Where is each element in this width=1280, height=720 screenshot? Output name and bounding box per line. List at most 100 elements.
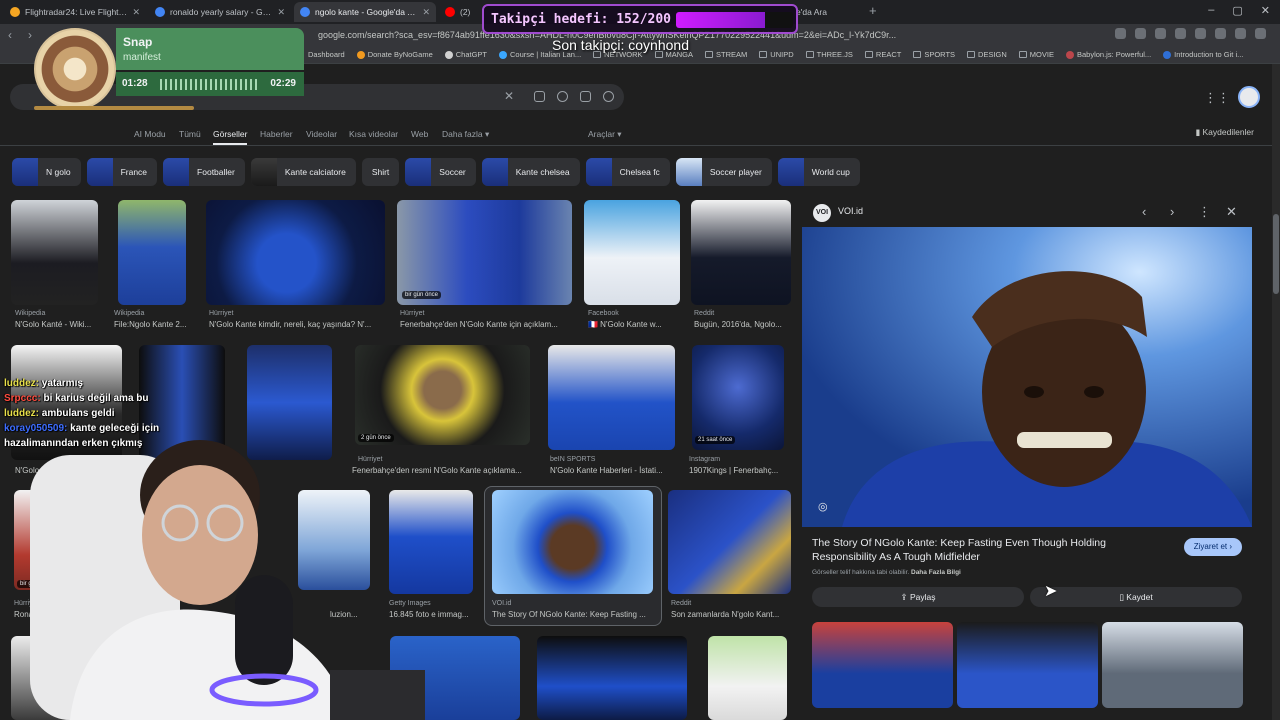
chip[interactable]: France xyxy=(86,158,158,186)
next-icon[interactable]: › xyxy=(1170,204,1174,219)
browser-tab[interactable]: e'da Ara xyxy=(790,2,866,22)
back-icon[interactable]: ‹ xyxy=(0,28,20,42)
bookmark[interactable]: Babylon.js: Powerful... xyxy=(1065,50,1151,59)
bookmark-folder[interactable]: REACT xyxy=(864,50,901,59)
extension-icon[interactable] xyxy=(1175,28,1186,39)
chip[interactable]: Kante calciatore xyxy=(250,158,356,186)
bookmark-folder[interactable]: SPORTS xyxy=(913,50,955,59)
image-result[interactable] xyxy=(708,636,787,720)
lens-icon[interactable] xyxy=(580,91,591,102)
image-result[interactable] xyxy=(584,200,680,305)
chip[interactable]: Shirt xyxy=(361,158,400,186)
save-button[interactable]: ▯ Kaydet xyxy=(1030,587,1242,607)
result-caption[interactable]: N'Golo Kante Haberleri - İstati... xyxy=(550,466,672,475)
result-caption[interactable]: 🇫🇷 N'Golo Kante w... xyxy=(588,320,680,329)
tab-news[interactable]: Haberler xyxy=(260,129,293,139)
chip[interactable]: Chelsea fc xyxy=(585,158,670,186)
tab-web[interactable]: Web xyxy=(411,129,428,139)
image-result[interactable] xyxy=(11,200,98,305)
scrollbar-thumb[interactable] xyxy=(1273,214,1279,294)
clear-search-icon[interactable]: ✕ xyxy=(504,89,514,103)
bookmark-folder[interactable]: UNIPD xyxy=(759,50,794,59)
site-name[interactable]: VOI.id xyxy=(838,206,863,216)
menu-icon[interactable] xyxy=(1255,28,1266,39)
image-result[interactable] xyxy=(397,200,572,305)
chip[interactable]: N golo xyxy=(12,158,81,186)
bookmark[interactable]: ChatGPT xyxy=(444,50,487,59)
bookmark[interactable]: Introduction to Git i... xyxy=(1163,50,1243,59)
browser-tab[interactable]: (2) xyxy=(439,2,479,22)
learn-more-link[interactable]: Daha Fazla Bilgi xyxy=(911,569,961,576)
tab-videos[interactable]: Videolar xyxy=(306,129,337,139)
close-panel-icon[interactable]: ✕ xyxy=(1226,204,1237,220)
tab-more[interactable]: Daha fazla ▾ xyxy=(442,129,489,140)
bookmark-folder[interactable]: MOVIE xyxy=(1018,50,1054,59)
chip[interactable]: Kante chelsea xyxy=(481,158,580,186)
tab-ai-mode[interactable]: AI Modu xyxy=(134,129,166,139)
result-caption[interactable]: Bugün, 2016'da, Ngolo... xyxy=(694,320,790,329)
result-source: Hürriyet xyxy=(400,310,425,317)
result-caption[interactable]: N'Golo Kanté - Wiki... xyxy=(15,320,100,329)
bookmark-folder[interactable]: STREAM xyxy=(705,50,747,59)
result-caption[interactable]: N'Golo Kante kimdir, nereli, kaç yaşında… xyxy=(209,320,387,329)
image-result[interactable] xyxy=(668,490,791,594)
close-tab-icon[interactable]: ✕ xyxy=(422,7,430,18)
result-caption[interactable]: Son zamanlarda N'golo Kant... xyxy=(671,610,791,619)
close-tab-icon[interactable]: ✕ xyxy=(132,7,140,18)
apps-grid-icon[interactable]: ⋮⋮ xyxy=(1204,90,1230,106)
tab-images[interactable]: Görseller xyxy=(213,129,248,145)
share-button[interactable]: ⇪ Paylaş xyxy=(812,587,1024,607)
visit-button[interactable]: Ziyaret et › xyxy=(1183,538,1242,556)
result-caption[interactable]: The Story Of NGolo Kante: Keep Fasting .… xyxy=(492,610,654,619)
maximize-icon[interactable]: ▢ xyxy=(1232,4,1242,17)
extension-icon[interactable] xyxy=(1155,28,1166,39)
microphone-icon[interactable] xyxy=(557,91,568,102)
extension-icon[interactable] xyxy=(1115,28,1126,39)
bookmark-folder[interactable]: DESIGN xyxy=(967,50,1007,59)
tab-tools[interactable]: Araçlar ▾ xyxy=(588,129,622,140)
bookmark[interactable]: Donate ByNoGame xyxy=(356,50,433,59)
chip[interactable]: Footballer xyxy=(163,158,245,186)
related-image[interactable] xyxy=(1102,622,1243,708)
image-result[interactable] xyxy=(492,490,653,594)
result-caption[interactable]: File:Ngolo Kante 2... xyxy=(114,320,192,329)
search-icon[interactable] xyxy=(603,91,614,102)
extension-icon[interactable] xyxy=(1195,28,1206,39)
chip[interactable]: Soccer player xyxy=(675,158,772,186)
extension-icon[interactable] xyxy=(1235,28,1246,39)
image-result[interactable] xyxy=(537,636,687,720)
keyboard-icon[interactable] xyxy=(534,91,545,102)
related-image[interactable] xyxy=(957,622,1098,708)
browser-tab[interactable]: ronaldo yearly salary - Google'da Ara ✕ xyxy=(149,2,291,22)
result-title[interactable]: The Story Of NGolo Kante: Keep Fasting E… xyxy=(812,536,1172,564)
extension-icon[interactable] xyxy=(1215,28,1226,39)
result-caption[interactable]: Fenerbahçe'den N'Golo Kante için açıklam… xyxy=(400,320,576,329)
saved-link[interactable]: ▮ Kaydedilenler xyxy=(1195,127,1254,138)
minimize-icon[interactable]: – xyxy=(1208,4,1214,17)
image-result[interactable] xyxy=(206,200,385,305)
image-result[interactable] xyxy=(691,200,791,305)
bookmark-folder[interactable]: THREE.JS xyxy=(805,50,853,59)
chip[interactable]: Soccer xyxy=(405,158,476,186)
previous-icon[interactable]: ‹ xyxy=(1142,204,1146,219)
more-options-icon[interactable]: ⋮ xyxy=(1198,204,1211,220)
close-tab-icon[interactable]: ✕ xyxy=(277,7,285,18)
browser-tab[interactable]: Flightradar24: Live Flight Tracker - Re✕ xyxy=(4,2,146,22)
related-image[interactable] xyxy=(812,622,953,708)
avatar[interactable] xyxy=(1238,86,1260,108)
chip[interactable]: World cup xyxy=(777,158,860,186)
image-result[interactable] xyxy=(118,200,186,305)
preview-image[interactable] xyxy=(802,227,1252,527)
tab-all[interactable]: Tümü xyxy=(179,129,201,139)
result-caption[interactable]: 1907Kings | Fenerbahç... xyxy=(689,466,787,475)
image-result[interactable] xyxy=(692,345,784,450)
browser-tab-active[interactable]: ngolo kante - Google'da Ara ✕ xyxy=(294,2,436,22)
lens-search-icon[interactable]: ◎ xyxy=(818,500,828,513)
bookmark[interactable]: Dashboard xyxy=(308,50,345,59)
tab-short-videos[interactable]: Kısa videolar xyxy=(349,129,398,139)
new-tab-icon[interactable]: + xyxy=(869,3,877,18)
page-scrollbar[interactable] xyxy=(1272,64,1280,720)
extension-icon[interactable] xyxy=(1135,28,1146,39)
image-result[interactable] xyxy=(548,345,675,450)
close-window-icon[interactable]: ✕ xyxy=(1261,4,1270,17)
